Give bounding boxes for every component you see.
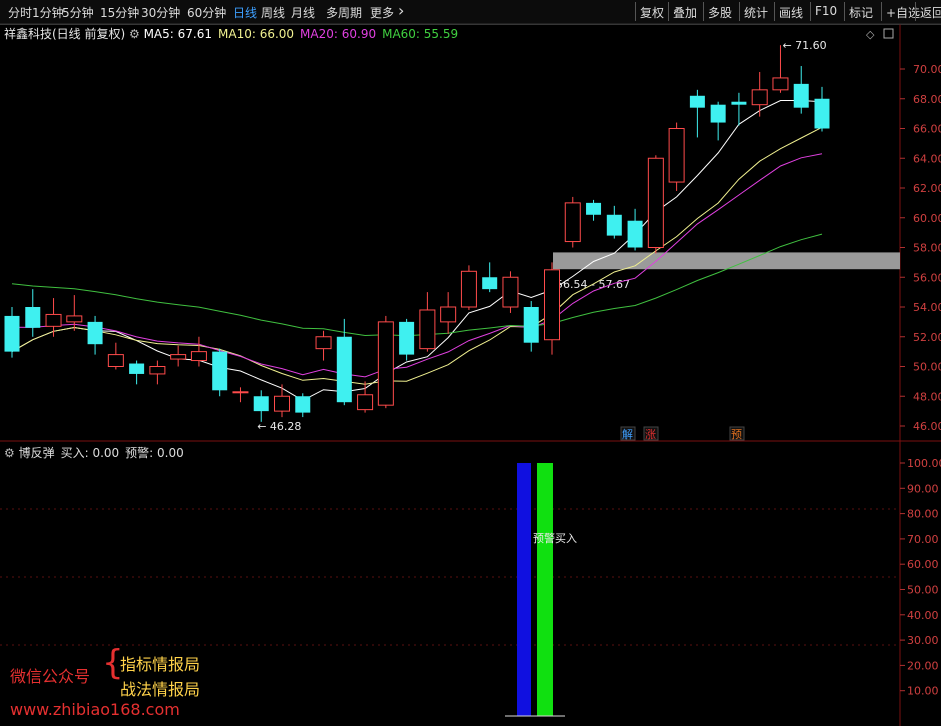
candle-body-up [440,306,457,323]
event-marker-2: 预 [731,428,742,441]
candle-body-down [606,214,622,236]
watermark-url: www.zhibiao168.com [10,700,180,719]
candle-body-down [399,321,415,355]
watermark-name-1: 指标情报局 [120,655,201,674]
candle-body-up [419,309,436,350]
candle-body-up [45,313,62,327]
candle-body-down [4,315,20,352]
overlay-signal-text: 预警买入 [533,531,577,545]
price-tick-label: 64.00 [913,152,941,165]
ma5-line [11,100,823,401]
candle-body-down [689,95,705,108]
candle-body-up [170,354,187,360]
watermark-wechat: 微信公众号 [10,667,91,686]
sub-tick-label: 70.00 [907,533,939,546]
diamond-icon: ◇ [866,28,875,41]
high-price-label: ← 71.60 [782,39,826,52]
buy-bar [517,463,531,716]
candle-body-down [793,83,809,108]
candle-body-down [482,277,498,290]
candle-body-down [295,396,311,413]
candle-body-up [377,321,394,406]
price-tick-label: 52.00 [913,331,941,344]
candle-body-down [523,307,539,343]
candle-body-down [336,336,352,403]
warn-bar [537,463,553,716]
event-marker-0: 解 [622,427,633,441]
sub-tick-label: 60.00 [907,558,939,571]
sub-tick-label: 40.00 [907,609,939,622]
candle-body-down [586,202,602,215]
sub-tick-label: 20.00 [907,659,939,672]
candle-body-up [190,351,207,362]
price-tick-label: 56.00 [913,271,941,284]
price-tick-label: 54.00 [913,301,941,314]
candle-body-up [357,394,374,411]
support-zone [553,252,900,270]
candle-body-up [772,77,789,91]
candle-body-up [232,391,249,394]
candle-body-down [25,307,41,328]
candle-body-up [149,366,166,375]
candle-body-up [460,270,477,308]
candle-body-up [66,315,83,323]
price-tick-label: 58.00 [913,242,941,255]
candle-body-down [253,396,269,412]
candle-body-down [627,220,643,248]
window-icon [883,28,894,39]
watermark-name-2: 战法情报局 [120,680,201,699]
price-tick-label: 68.00 [913,93,941,106]
candle-body-down [814,98,830,129]
candle-body-down [87,321,103,345]
event-marker-1: 涨 [645,428,656,441]
candle-body-up [668,128,685,183]
candle-body-up [647,157,664,248]
candle-body-up [107,354,124,368]
price-tick-label: 62.00 [913,182,941,195]
sub-tick-label: 100.00 [907,457,941,470]
price-tick-label: 50.00 [913,361,941,374]
candle-body-down [731,101,747,105]
sub-tick-label: 80.00 [907,508,939,521]
price-tick-label: 46.00 [913,420,941,433]
low-price-label: ← 46.28 [257,420,301,433]
candle-body-down [710,104,726,123]
candle-body-up [751,89,768,106]
candle-body-up [564,202,581,243]
price-tick-label: 60.00 [913,212,941,225]
sub-tick-label: 50.00 [907,584,939,597]
candle-body-up [544,269,560,341]
candle-body-up [274,395,290,412]
ma60-line [11,233,823,337]
price-tick-label: 48.00 [913,390,941,403]
candle-body-up [502,276,519,308]
price-tick-label: 70.00 [913,63,941,76]
candle-body-up [315,336,332,350]
main-chart[interactable]: 70.00 68.00 66.00 64.00 62.00 60.00 58.00 56.00… [0,0,941,726]
price-tick-label: 66.00 [913,123,941,136]
sub-tick-label: 90.00 [907,482,939,495]
sub-tick-label: 10.00 [907,685,939,698]
sub-tick-label: 30.00 [907,634,939,647]
candle-body-down [212,351,228,391]
candle-body-down [129,363,145,374]
